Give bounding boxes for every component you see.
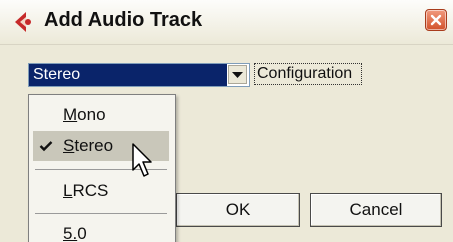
- dropdown-toggle[interactable]: [228, 65, 247, 84]
- add-audio-track-dialog: Add Audio Track Stereo Configuration I O…: [0, 0, 453, 242]
- selected-value: Stereo: [29, 64, 227, 86]
- option-label: LRCS: [63, 181, 109, 200]
- close-icon: [430, 14, 442, 26]
- option-label: 5.0: [63, 224, 87, 242]
- window-title: Add Audio Track: [44, 9, 203, 31]
- configuration-label[interactable]: Configuration: [254, 63, 362, 85]
- menu-separator: [35, 213, 167, 214]
- chevron-down-icon: [232, 72, 243, 78]
- option-lrcs[interactable]: LRCS: [33, 176, 169, 206]
- option-label: Stereo: [63, 136, 114, 155]
- option-5-0[interactable]: 5.0: [33, 219, 169, 242]
- configuration-select[interactable]: Stereo: [28, 63, 250, 87]
- mouse-pointer-icon: [132, 143, 152, 177]
- app-logo-icon: [15, 12, 31, 32]
- title-bar[interactable]: Add Audio Track: [0, 0, 453, 45]
- option-mono[interactable]: Mono: [33, 100, 169, 130]
- checkmark-icon: [39, 141, 53, 152]
- cancel-button[interactable]: Cancel: [310, 193, 442, 227]
- close-button[interactable]: [425, 9, 447, 31]
- option-label: Mono: [63, 105, 106, 124]
- ok-button[interactable]: OK: [176, 193, 300, 227]
